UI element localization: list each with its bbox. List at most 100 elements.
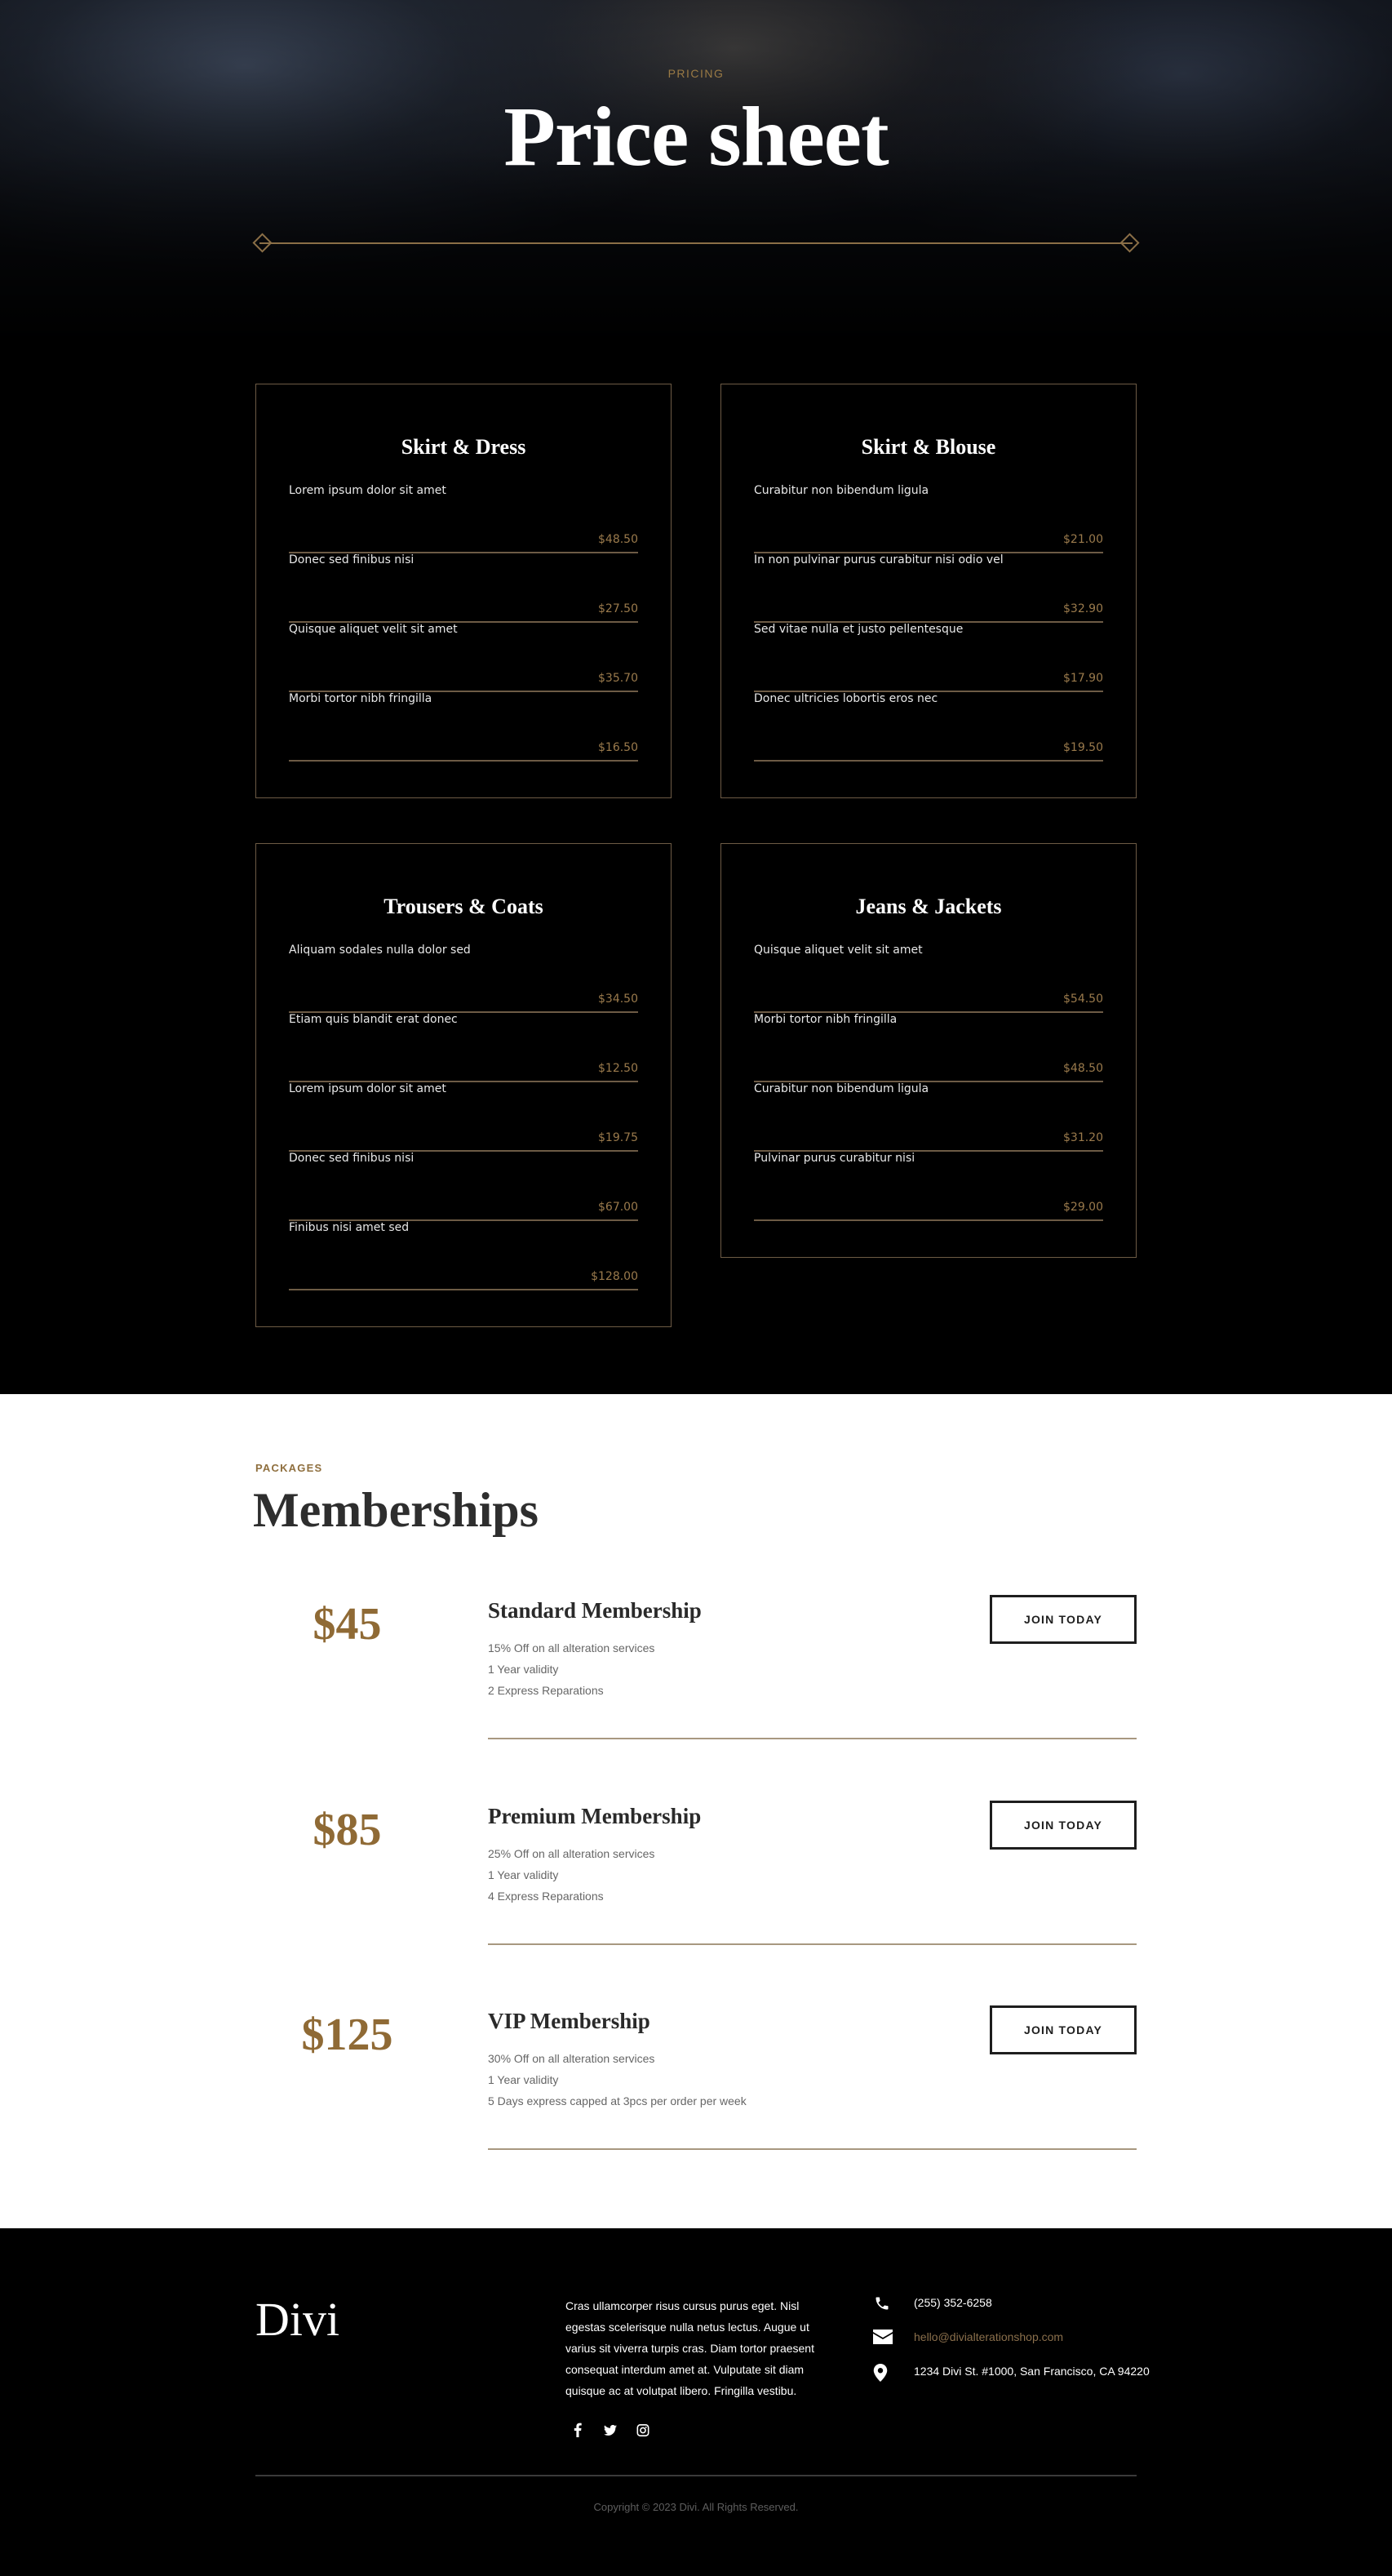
plan-features: 30% Off on all alteration services 1 Yea… (488, 2048, 747, 2112)
hero-eyebrow: PRICING (667, 67, 725, 80)
phone-number[interactable]: (255) 352-6258 (914, 2296, 992, 2309)
card-title: Skirt & Dress (401, 435, 526, 459)
item-name: Donec sed finibus nisi (289, 1152, 414, 1165)
item-name: Morbi tortor nibh fringilla (754, 1013, 898, 1026)
footer-divider (255, 2475, 1137, 2476)
price-item: Quisque aliquet velit sit amet $54.50 (754, 944, 1103, 1013)
plan-price: $45 (313, 1599, 382, 1650)
item-price: $12.50 (598, 1062, 638, 1075)
item-name: Pulvinar purus curabitur nisi (754, 1152, 915, 1165)
item-name: Quisque aliquet velit sit amet (289, 623, 458, 636)
price-card-skirt-blouse: Skirt & Blouse Curabitur non bibendum li… (720, 384, 1137, 798)
price-item: Pulvinar purus curabitur nisi $29.00 (754, 1152, 1103, 1221)
memberships-section: PACKAGES Memberships $45 Standard Member… (0, 1394, 1392, 2228)
plan-feature: 30% Off on all alteration services (488, 2052, 655, 2065)
price-item: Etiam quis blandit erat donec $12.50 (289, 1013, 638, 1082)
twitter-icon[interactable] (604, 2423, 617, 2437)
facebook-icon[interactable] (571, 2423, 584, 2437)
item-name: Etiam quis blandit erat donec (289, 1013, 458, 1026)
item-name: Sed vitae nulla et justo pellentesque (754, 623, 964, 636)
social-links (571, 2423, 649, 2437)
join-today-button[interactable]: JOIN TODAY (990, 2005, 1137, 2054)
item-name: Lorem ipsum dolor sit amet (289, 1082, 446, 1095)
item-price: $29.00 (1063, 1201, 1103, 1214)
envelope-icon (873, 2330, 893, 2346)
item-name: Finibus nisi amet sed (289, 1221, 410, 1234)
card-title: Trousers & Coats (383, 895, 543, 918)
contact-info: (255) 352-6258 hello@divialterationshop.… (873, 2294, 1150, 2396)
item-price: $16.50 (598, 741, 638, 754)
price-item: Lorem ipsum dolor sit amet $19.75 (289, 1082, 638, 1152)
item-price: $35.70 (598, 672, 638, 685)
plan-feature: 15% Off on all alteration services (488, 1641, 655, 1654)
email-link[interactable]: hello@divialterationshop.com (914, 2330, 1063, 2343)
hero-section: PRICING Price sheet (0, 0, 1392, 343)
packages-eyebrow: PACKAGES (255, 1462, 323, 1474)
price-item: Finibus nisi amet sed $128.00 (289, 1221, 638, 1290)
price-card-skirt-dress: Skirt & Dress Lorem ipsum dolor sit amet… (255, 384, 672, 798)
memberships-title: Memberships (253, 1483, 539, 1537)
price-item: Lorem ipsum dolor sit amet $48.50 (289, 484, 638, 553)
page-title: Price sheet (503, 90, 889, 184)
phone-icon (873, 2295, 891, 2312)
price-item: Curabitur non bibendum ligula $21.00 (754, 484, 1103, 553)
plan-feature: 4 Express Reparations (488, 1890, 604, 1903)
item-price: $19.50 (1063, 741, 1103, 754)
plan-feature: 1 Year validity (488, 1663, 559, 1676)
hero-divider (259, 242, 1133, 244)
card-title: Skirt & Blouse (861, 435, 996, 459)
card-title: Jeans & Jackets (855, 895, 1002, 918)
footer-about: Cras ullamcorper risus cursus purus eget… (565, 2299, 814, 2397)
plan-feature: 1 Year validity (488, 2073, 559, 2086)
price-item: Morbi tortor nibh fringilla $16.50 (289, 692, 638, 762)
price-card-jeans-jackets: Jeans & Jackets Quisque aliquet velit si… (720, 843, 1137, 1258)
item-name: Aliquam sodales nulla dolor sed (289, 944, 471, 957)
item-name: In non pulvinar purus curabitur nisi odi… (754, 553, 1004, 566)
membership-standard: $45 Standard Membership 15% Off on all a… (0, 1595, 1392, 1804)
footer: Divi Cras ullamcorper risus cursus purus… (0, 2228, 1392, 2576)
contact-phone: (255) 352-6258 (873, 2294, 1150, 2312)
item-price: $34.50 (598, 993, 638, 1006)
membership-premium: $85 Premium Membership 25% Off on all al… (0, 1801, 1392, 2010)
plan-name: VIP Membership (488, 2009, 650, 2033)
item-name: Morbi tortor nibh fringilla (289, 692, 432, 705)
item-price: $19.75 (598, 1131, 638, 1144)
item-name: Curabitur non bibendum ligula (754, 484, 929, 497)
plan-features: 25% Off on all alteration services 1 Yea… (488, 1843, 654, 1907)
plan-price: $85 (313, 1805, 382, 1855)
price-item: Donec sed finibus nisi $27.50 (289, 553, 638, 623)
map-pin-icon (873, 2364, 891, 2382)
plan-price: $125 (301, 2010, 393, 2060)
plan-name: Premium Membership (488, 1804, 702, 1828)
item-price: $32.90 (1063, 602, 1103, 615)
plan-divider (488, 1943, 1137, 1945)
contact-address: 1234 Divi St. #1000, San Francisco, CA 9… (873, 2362, 1150, 2382)
join-today-button[interactable]: JOIN TODAY (990, 1801, 1137, 1850)
address-text: 1234 Divi St. #1000, San Francisco, CA 9… (914, 2365, 1150, 2378)
plan-feature: 25% Off on all alteration services (488, 1847, 655, 1860)
price-sheet-section: Skirt & Dress Lorem ipsum dolor sit amet… (0, 343, 1392, 1394)
plan-divider (488, 1738, 1137, 1739)
footer-logo[interactable]: Divi (255, 2292, 339, 2347)
price-item: Curabitur non bibendum ligula $31.20 (754, 1082, 1103, 1152)
price-item: Morbi tortor nibh fringilla $48.50 (754, 1013, 1103, 1082)
plan-feature: 2 Express Reparations (488, 1684, 604, 1697)
plan-feature: 1 Year validity (488, 1868, 559, 1881)
item-price: $27.50 (598, 602, 638, 615)
diamond-ornament-right (1119, 233, 1140, 253)
item-price: $31.20 (1063, 1131, 1103, 1144)
item-name: Curabitur non bibendum ligula (754, 1082, 929, 1095)
contact-email: hello@divialterationshop.com (873, 2328, 1150, 2346)
plan-features: 15% Off on all alteration services 1 Yea… (488, 1637, 654, 1701)
item-name: Donec sed finibus nisi (289, 553, 414, 566)
plan-feature: 5 Days express capped at 3pcs per order … (488, 2094, 747, 2107)
item-price: $48.50 (598, 533, 638, 546)
item-price: $48.50 (1063, 1062, 1103, 1075)
instagram-icon[interactable] (636, 2423, 649, 2437)
join-today-button[interactable]: JOIN TODAY (990, 1595, 1137, 1644)
item-name: Lorem ipsum dolor sit amet (289, 484, 446, 497)
item-price: $17.90 (1063, 672, 1103, 685)
price-item: Sed vitae nulla et justo pellentesque $17… (754, 623, 1103, 692)
price-card-trousers-coats: Trousers & Coats Aliquam sodales nulla d… (255, 843, 672, 1327)
price-item: Aliquam sodales nulla dolor sed $34.50 (289, 944, 638, 1013)
